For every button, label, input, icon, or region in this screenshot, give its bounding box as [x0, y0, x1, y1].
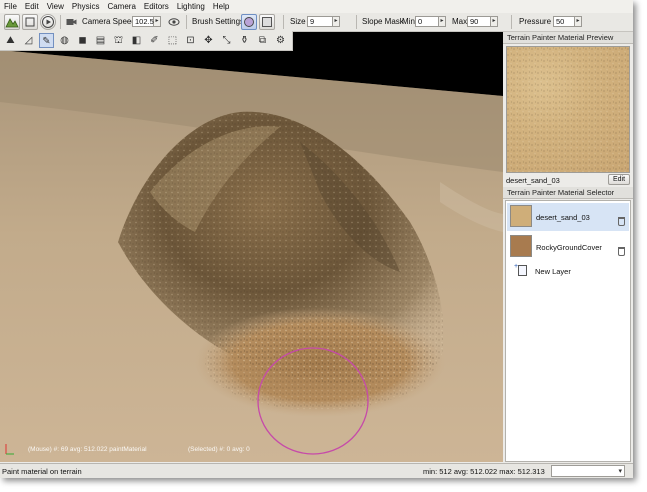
new-layer-label[interactable]: New Layer [535, 267, 571, 276]
status-message: Paint material on terrain [2, 467, 82, 476]
menu-editors[interactable]: Editors [140, 0, 173, 13]
brush-settings-label: Brush Settings [192, 17, 245, 26]
pressure-spinner[interactable]: ▸ [575, 16, 582, 27]
menu-file[interactable]: File [0, 0, 21, 13]
object-icon [25, 17, 35, 27]
min-label: Min [402, 17, 415, 26]
selected-info-readout: (Selected) #: 0 avg: 0 [188, 446, 250, 453]
object-mode-button[interactable] [22, 14, 38, 30]
size-label: Size [290, 17, 306, 26]
play-button[interactable] [40, 14, 56, 30]
lower-terrain-icon[interactable]: ◿ [21, 33, 36, 48]
menu-physics[interactable]: Physics [68, 0, 104, 13]
erode-icon[interactable]: ◧ [129, 33, 144, 48]
mouse-info-readout: (Mouse) #: 69 avg: 512.022 paintMaterial [28, 446, 147, 453]
main-toolbar: Camera Speed 102.5 ▸ Brush Settings Size… [0, 13, 633, 32]
material-preview-image [506, 46, 630, 173]
camera-icon [66, 19, 77, 25]
material-list: desert_sand_03 RockyGroundCover + New La… [505, 200, 631, 462]
material-thumbnail [510, 205, 532, 227]
pressure-label: Pressure [519, 17, 552, 26]
slope-min-spinner[interactable]: ▸ [439, 16, 446, 27]
camera-speed-spinner[interactable]: ▸ [154, 16, 161, 27]
status-bar: Paint material on terrain min: 512 avg: … [0, 463, 633, 478]
toolbar-separator [511, 15, 512, 29]
raise-terrain-icon[interactable]: ⛰ [3, 33, 18, 48]
brush-square-button[interactable] [259, 14, 275, 30]
menu-view[interactable]: View [43, 0, 68, 13]
menu-lighting[interactable]: Lighting [173, 0, 209, 13]
terrain-tools-toolbar: ⛰ ◿ ✎ ◍ ◼ ▤ ⛫ ◧ ✐ ⬚ ⊡ ✥ ⤡ ⚱ ⧉ ⚙ [0, 31, 293, 51]
material-thumbnail [510, 235, 532, 257]
slope-max-field[interactable]: 90 [467, 16, 491, 27]
layer-icon[interactable]: ⧉ [255, 33, 270, 48]
camera-speed-field[interactable]: 102.5 [132, 16, 154, 27]
height-stats: min: 512 avg: 512.022 max: 512.313 [423, 467, 545, 476]
pinch-icon[interactable]: ⚱ [237, 33, 252, 48]
chevron-down-icon: ▾ [618, 468, 622, 475]
status-dropdown[interactable]: ▾ [551, 465, 625, 477]
play-icon [42, 16, 54, 28]
terrain-icon [5, 18, 19, 28]
clear-icon[interactable]: ⬚ [165, 33, 180, 48]
pressure-field[interactable]: 50 [553, 16, 575, 27]
new-layer-icon[interactable] [518, 265, 527, 276]
material-row[interactable]: RockyGroundCover [507, 233, 629, 261]
menu-bar: File Edit View Physics Camera Editors Li… [0, 0, 633, 13]
brush-circle-button[interactable] [241, 14, 257, 30]
material-preview-header: Terrain Painter Material Preview [503, 32, 633, 44]
toolbar-separator [356, 15, 357, 29]
terrain-viewport[interactable]: (Mouse) #: 69 avg: 512.022 paintMaterial… [0, 32, 503, 462]
material-selector-header: Terrain Painter Material Selector [503, 187, 633, 199]
editor-window: File Edit View Physics Camera Editors Li… [0, 0, 633, 478]
size-spinner[interactable]: ▸ [333, 16, 340, 27]
eye-icon[interactable] [168, 17, 180, 27]
max-label: Max [452, 17, 468, 26]
circle-brush-icon [244, 17, 254, 27]
square-brush-icon [262, 17, 272, 27]
toolbar-separator [283, 15, 284, 29]
menu-camera[interactable]: Camera [103, 0, 139, 13]
flatten-icon[interactable]: ▤ [93, 33, 108, 48]
delete-material-icon[interactable] [618, 247, 625, 256]
delete-material-icon[interactable] [618, 217, 625, 226]
noise-icon[interactable]: ⛫ [111, 33, 126, 48]
preview-material-name: desert_sand_03 [506, 176, 560, 185]
cube-icon[interactable]: ◼ [75, 33, 90, 48]
material-name: RockyGroundCover [536, 243, 602, 252]
menu-edit[interactable]: Edit [21, 0, 43, 13]
material-row[interactable]: desert_sand_03 [507, 203, 629, 231]
terrain-mode-button[interactable] [4, 14, 20, 30]
menu-help[interactable]: Help [209, 0, 233, 13]
select-region-icon[interactable]: ⊡ [183, 33, 198, 48]
slope-icon[interactable]: ⤡ [219, 33, 234, 48]
camera-speed-label: Camera Speed [82, 17, 136, 26]
slope-mask-label: Slope Mask [362, 17, 404, 26]
slope-min-field[interactable]: 0 [415, 16, 439, 27]
toolbar-separator [186, 15, 187, 29]
paint-material-icon[interactable]: ✎ [39, 33, 54, 48]
brush-icon[interactable]: ✐ [147, 33, 162, 48]
adjust-height-icon[interactable]: ✥ [201, 33, 216, 48]
smooth-icon[interactable]: ◍ [57, 33, 72, 48]
slope-max-spinner[interactable]: ▸ [491, 16, 498, 27]
material-name: desert_sand_03 [536, 213, 590, 222]
toolbar-separator [60, 15, 61, 29]
edit-material-button[interactable]: Edit [608, 174, 630, 185]
size-field[interactable]: 9 [307, 16, 333, 27]
settings-icon[interactable]: ⚙ [273, 33, 288, 48]
